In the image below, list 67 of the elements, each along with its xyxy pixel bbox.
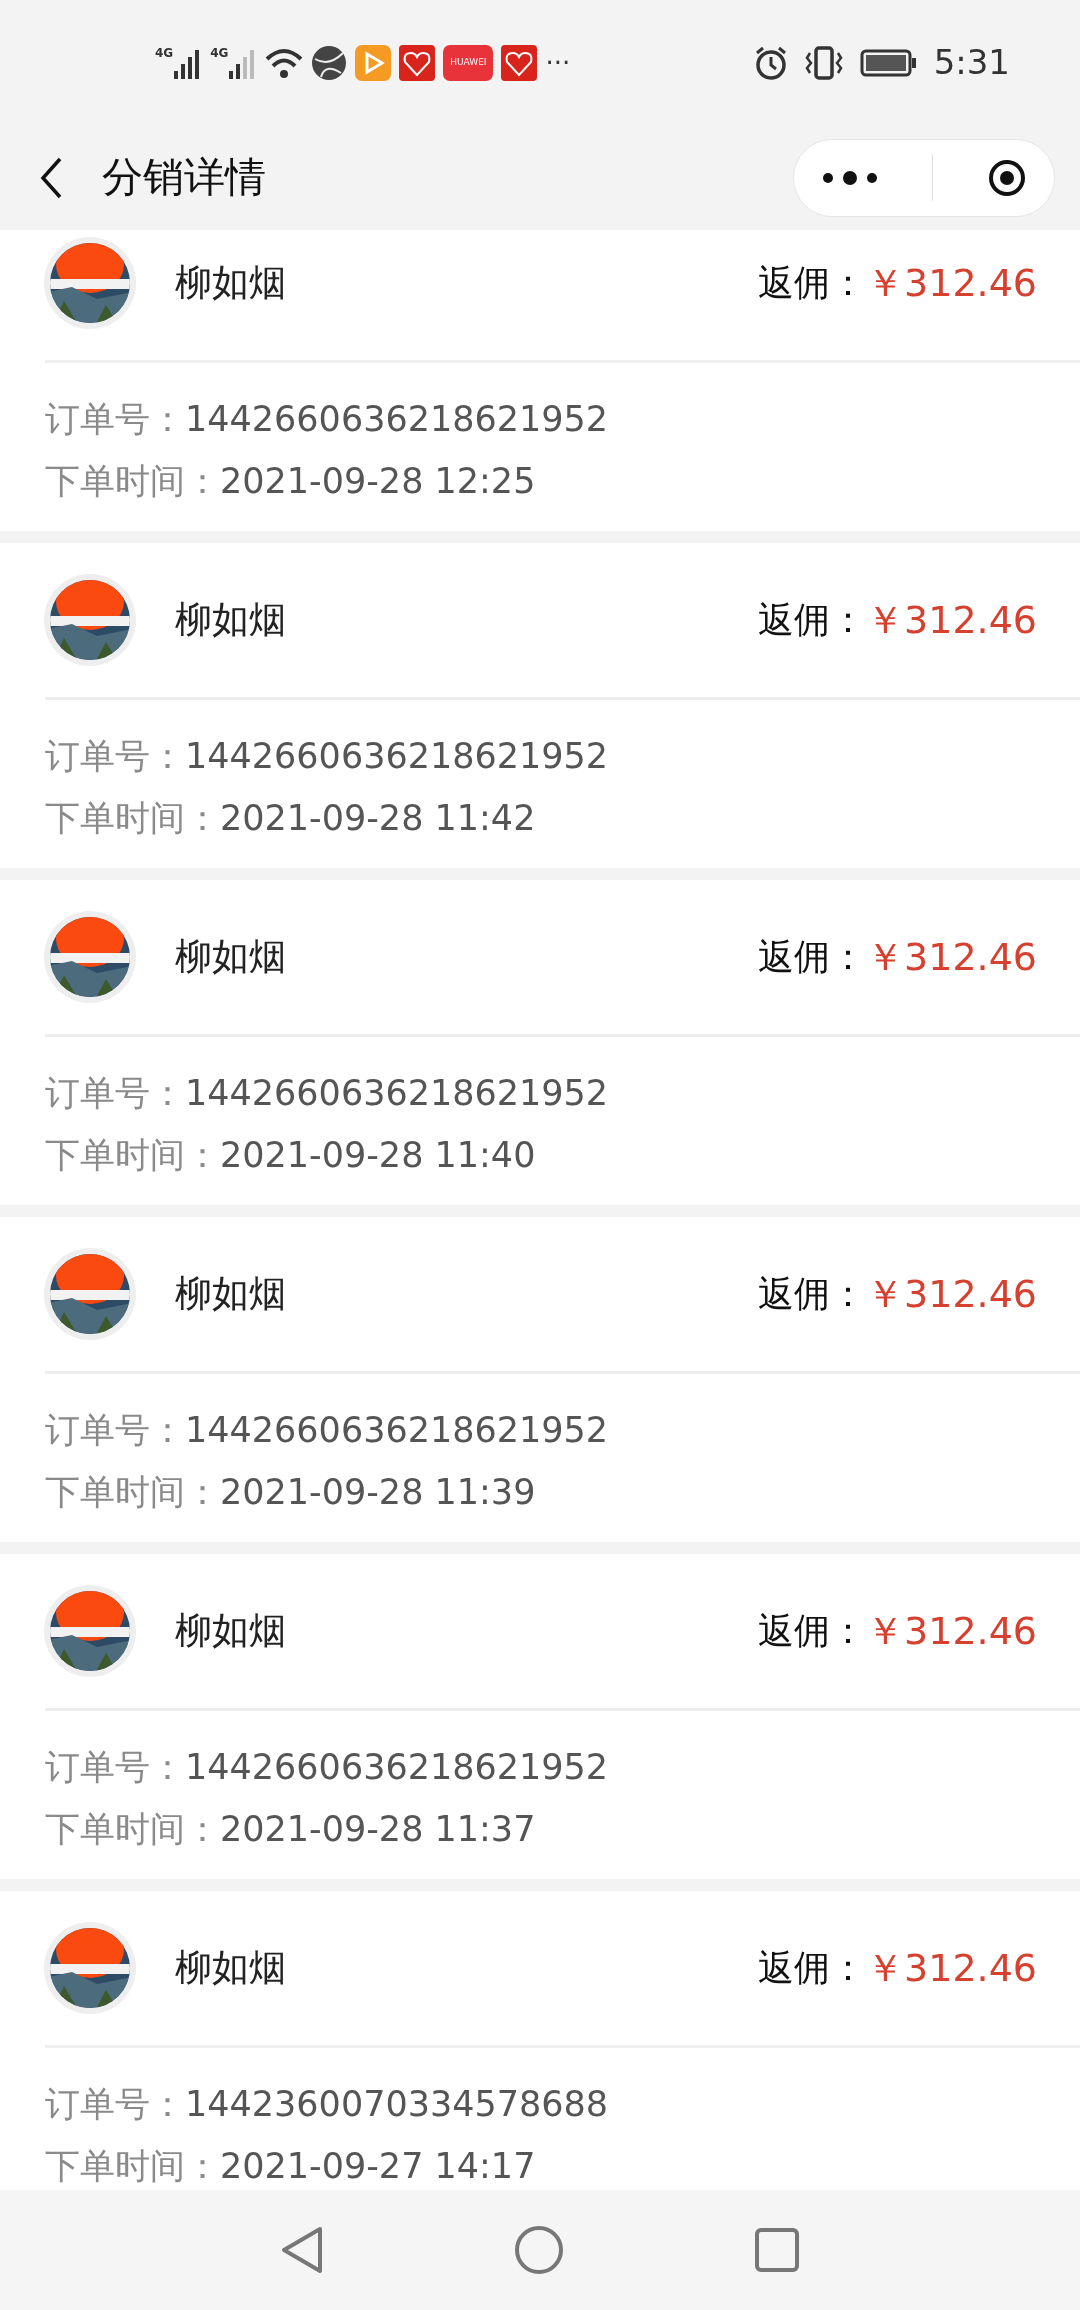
commission-label: 返佣： xyxy=(758,261,867,305)
order-card[interactable]: 柳如烟 返佣：￥312.46 订单号：1442660636218621952 下单时间：2021-09-28 11:42 xyxy=(0,543,1080,868)
order-card[interactable]: 柳如烟 返佣：￥312.46 订单号：1442660636218621952 下单时间：2021-09-28 12:25 xyxy=(0,230,1080,531)
order-number: 1442660636218621952 xyxy=(185,1072,609,1115)
commission-amount: ￥312.46 xyxy=(866,259,1037,307)
order-time: 2021-09-28 11:42 xyxy=(220,797,536,840)
user-name: 柳如烟 xyxy=(175,934,286,981)
user-name: 柳如烟 xyxy=(175,597,286,644)
commission-label: 返佣： xyxy=(758,598,867,642)
alarm-icon xyxy=(753,44,788,81)
order-time: 2021-09-28 11:39 xyxy=(220,1471,536,1514)
app-label: HUAWEI xyxy=(450,58,487,67)
order-time-label: 下单时间： xyxy=(45,460,220,503)
order-number-label: 订单号： xyxy=(45,398,185,441)
order-time-label: 下单时间： xyxy=(45,1471,220,1514)
order-time: 2021-09-28 11:40 xyxy=(220,1134,536,1177)
wifi-icon xyxy=(265,46,304,79)
order-time: 2021-09-28 11:37 xyxy=(220,1808,536,1851)
order-time-label: 下单时间： xyxy=(45,1808,220,1851)
order-number: 1442660636218621952 xyxy=(185,735,609,778)
user-name: 柳如烟 xyxy=(175,1271,286,1318)
clock-time: 5:31 xyxy=(933,41,1010,84)
order-number-label: 订单号： xyxy=(45,1072,185,1115)
order-number-label: 订单号： xyxy=(45,2083,185,2126)
order-card[interactable]: 柳如烟 返佣：￥312.46 订单号：1442660636218621952 下单时间：2021-09-28 11:37 xyxy=(0,1554,1080,1879)
user-name: 柳如烟 xyxy=(175,1608,286,1655)
order-number-label: 订单号： xyxy=(45,1746,185,1789)
recents-nav-icon[interactable] xyxy=(754,2227,800,2273)
order-time-label: 下单时间： xyxy=(45,797,220,840)
user-name: 柳如烟 xyxy=(175,1945,286,1992)
order-number: 1442360070334578688 xyxy=(185,2083,609,2126)
heart-app-icon xyxy=(399,44,436,81)
commission-amount: ￥312.46 xyxy=(866,933,1037,981)
battery-icon xyxy=(859,47,918,78)
order-time: 2021-09-27 14:17 xyxy=(220,2145,536,2188)
more-notifications: ··· xyxy=(545,49,571,76)
play-app-icon xyxy=(355,44,392,81)
page-title: 分销详情 xyxy=(102,151,266,203)
network-label: 4G xyxy=(210,46,229,59)
back-nav-icon[interactable] xyxy=(280,2225,324,2275)
order-number-label: 订单号： xyxy=(45,1409,185,1452)
commission-amount: ￥312.46 xyxy=(866,1944,1037,1992)
commission-label: 返佣： xyxy=(758,935,867,979)
order-time: 2021-09-28 12:25 xyxy=(220,460,536,503)
commission-amount: ￥312.46 xyxy=(866,596,1037,644)
user-name: 柳如烟 xyxy=(175,260,286,307)
close-icon[interactable] xyxy=(987,157,1028,198)
home-nav-icon[interactable] xyxy=(514,2225,564,2275)
order-card[interactable]: 柳如烟 返佣：￥312.46 订单号：1442660636218621952 下单时间：2021-09-28 11:40 xyxy=(0,880,1080,1205)
order-number: 1442660636218621952 xyxy=(185,1746,609,1789)
commission-label: 返佣： xyxy=(758,1946,867,1990)
heart-app-icon xyxy=(501,44,538,81)
back-icon[interactable] xyxy=(40,156,62,199)
commission-label: 返佣： xyxy=(758,1272,867,1316)
order-number: 1442660636218621952 xyxy=(185,398,609,441)
commission-label: 返佣： xyxy=(758,1609,867,1653)
order-time-label: 下单时间： xyxy=(45,1134,220,1177)
order-number: 1442660636218621952 xyxy=(185,1409,609,1452)
commission-amount: ￥312.46 xyxy=(866,1607,1037,1655)
network-label: 4G xyxy=(155,46,174,59)
more-icon[interactable] xyxy=(820,170,879,185)
order-number-label: 订单号： xyxy=(45,735,185,778)
vibrate-icon xyxy=(803,44,844,81)
order-time-label: 下单时间： xyxy=(45,2145,220,2188)
commission-amount: ￥312.46 xyxy=(866,1270,1037,1318)
order-card[interactable]: 柳如烟 返佣：￥312.46 订单号：1442360070334578688 下单时间：2021-09-27 14:17 xyxy=(0,1891,1080,2190)
order-card[interactable]: 柳如烟 返佣：￥312.46 订单号：1442660636218621952 下单时间：2021-09-28 11:39 xyxy=(0,1217,1080,1542)
